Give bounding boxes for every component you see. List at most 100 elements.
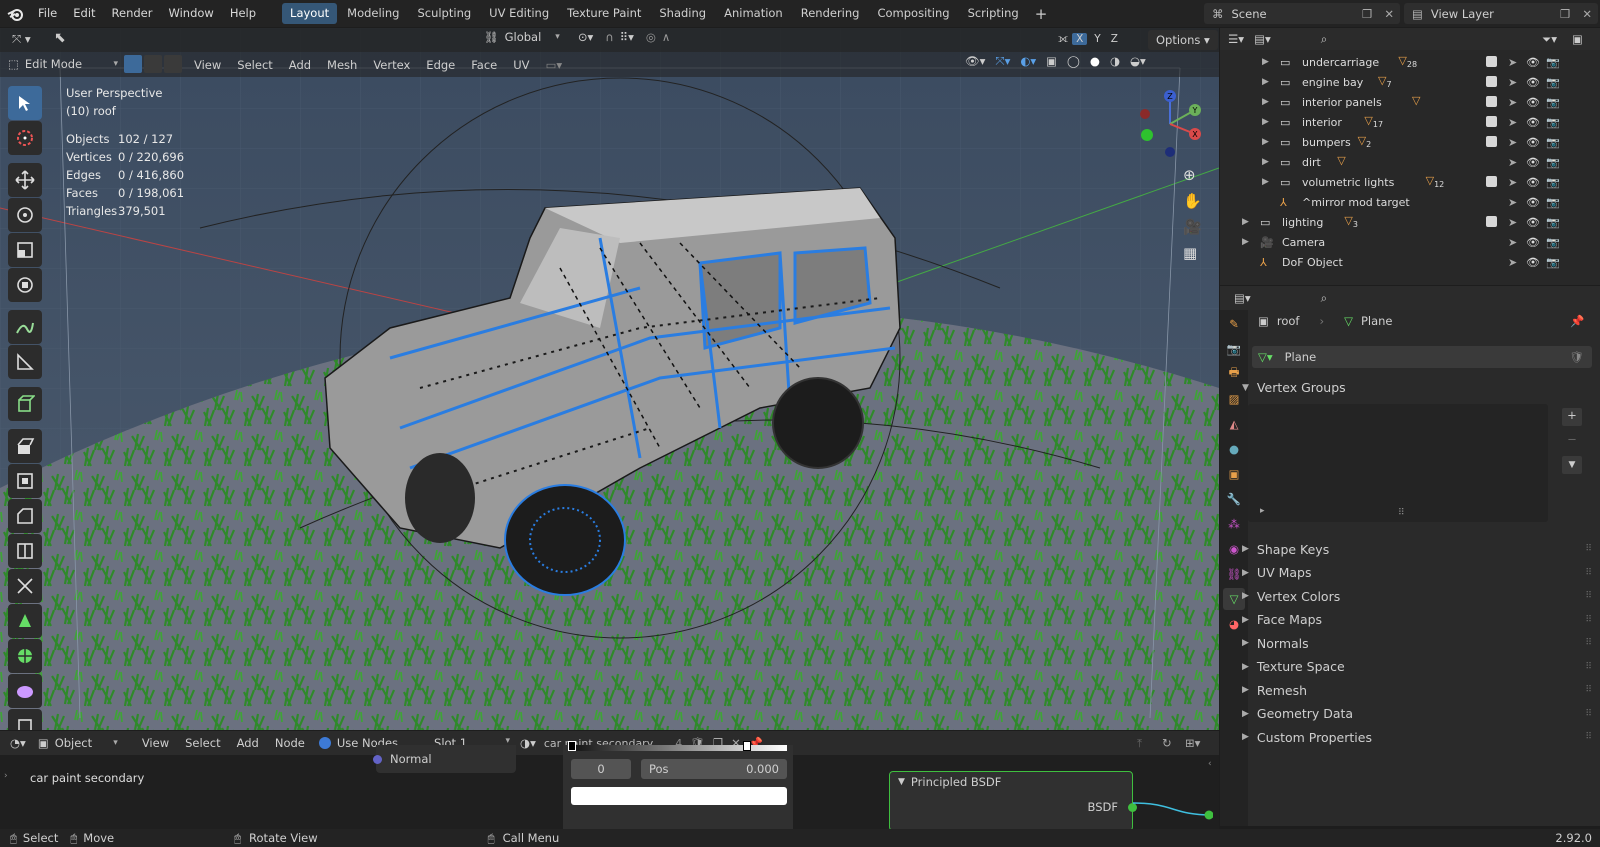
ramp-stop-black-icon[interactable] [568,741,576,751]
visibility-eye-icon[interactable]: 👁 [1526,76,1540,89]
render-camera-icon[interactable]: 📷 [1546,136,1560,149]
mirror-z-toggle[interactable]: Z [1108,33,1121,45]
visibility-eye-icon[interactable]: 👁 [1526,116,1540,129]
navigation-gizmo[interactable]: Z Y X [1135,88,1205,158]
drag-handle-icon[interactable]: ⠿ [1585,568,1592,578]
panel-normals[interactable]: ▶ Normals ⠿ [1242,632,1592,654]
expand-arrow-icon[interactable]: ▶ [1262,57,1269,67]
node-menu-add[interactable]: Add [237,736,259,750]
drag-handle-icon[interactable]: ⠿ [1585,544,1592,554]
viewport-menu-view[interactable]: View [194,58,221,72]
select-box-tool-icon[interactable] [8,86,42,120]
tab-shading[interactable]: Shading [651,3,714,24]
annotate-tool-icon[interactable] [8,310,42,344]
exclude-checkbox[interactable] [1486,76,1497,87]
copy-scene-icon[interactable]: ❐ [1356,7,1378,21]
principled-bsdf-node[interactable]: ▼ Principled BSDF BSDF [889,771,1137,829]
outliner-row[interactable]: ▶ ▭ interior ▽17 ➤ 👁 📷 [1220,112,1600,132]
node-snap-options-icon[interactable]: ⊞▾ [1185,736,1200,750]
remove-vertex-group-icon[interactable]: − [1562,432,1582,450]
ramp-stop-white-icon[interactable] [743,741,751,751]
menu-edit[interactable]: Edit [65,0,103,27]
panel-face-maps[interactable]: ▶ Face Maps ⠿ [1242,609,1592,631]
visibility-eye-icon[interactable]: 👁 [1526,196,1540,209]
outliner-row[interactable]: ⅄ DoF Object ➤ 👁 📷 [1220,252,1600,272]
pivot-point-icon[interactable]: ⊙▾ [578,30,593,44]
viewport-menu-vertex[interactable]: Vertex [373,58,410,72]
vertex-groups-panel-header[interactable]: ▼ Vertex Groups [1242,380,1592,395]
expand-arrow-icon[interactable]: ▶ [1242,217,1249,227]
render-camera-icon[interactable]: 📷 [1546,176,1560,189]
outliner-row[interactable]: ▶ ▭ volumetric lights ▽12 ➤ 👁 📷 [1220,172,1600,192]
expand-arrow-icon[interactable]: ▶ [1262,77,1269,87]
normal-socket-icon[interactable] [373,754,382,764]
new-collection-icon[interactable]: ▣ [1572,32,1583,46]
outliner-row[interactable]: ▶ ▭ engine bay ▽7 ➤ 👁 📷 [1220,72,1600,92]
spin-tool-icon[interactable] [8,639,42,673]
poly-build-tool-icon[interactable] [8,604,42,638]
drag-handle-icon[interactable]: ⠿ [1585,591,1592,601]
properties-editor-icon[interactable]: ▤▾ [1234,291,1251,305]
outliner-row[interactable]: ▶ ▭ lighting ▽3 ➤ 👁 📷 [1220,212,1600,232]
view-layer-selector[interactable]: ▤ View Layer ❐ ✕ [1404,3,1598,24]
scale-tool-icon[interactable] [8,233,42,267]
selectable-icon[interactable]: ➤ [1508,76,1517,89]
tab-uv-editing[interactable]: UV Editing [481,3,557,24]
outliner-row[interactable]: ▶ ▭ interior panels ▽ ➤ 👁 📷 [1220,92,1600,112]
viewport-menu-mesh[interactable]: Mesh [327,58,357,72]
outliner-row[interactable]: ▶ ▭ dirt ▽ ➤ 👁 📷 [1220,152,1600,172]
bsdf-node-header[interactable]: ▼ Principled BSDF [890,772,1132,792]
ramp-pos-field[interactable]: Pos 0.000 [641,759,787,779]
vertex-group-specials-icon[interactable]: ▼ [1562,456,1582,474]
snap-node-icon[interactable]: ↻ [1162,736,1172,750]
expand-arrow-icon[interactable]: ▶ [1262,157,1269,167]
expand-arrow-icon[interactable]: ▶ [1242,237,1249,247]
solid-shading-icon[interactable]: ● [1090,54,1100,69]
bsdf-collapse-icon[interactable]: ▼ [898,777,905,787]
selectable-icon[interactable]: ➤ [1508,176,1517,189]
material-shading-icon[interactable]: ◑ [1110,54,1120,69]
vertex-select-icon[interactable] [124,55,142,73]
expand-arrow-icon[interactable]: ▶ [1262,97,1269,107]
scene-tab-icon[interactable]: ◭ [1223,413,1245,435]
mirror-y-toggle[interactable]: Y [1091,33,1103,45]
falloff-icon[interactable]: ∧ [662,30,670,44]
drag-handle-icon[interactable]: ⠿ [1585,638,1592,648]
scene-selector[interactable]: ⌘ Scene ❐ ✕ [1204,3,1400,24]
exclude-checkbox[interactable] [1486,96,1497,107]
display-mode-icon[interactable]: ▤▾ [1254,32,1271,46]
vertex-groups-list[interactable]: ▸ ⠿ [1248,404,1548,522]
render-camera-icon[interactable]: 📷 [1546,116,1560,129]
snap-icon[interactable]: ∩ [605,30,613,44]
properties-search-icon[interactable]: ⌕ [1321,291,1327,306]
visibility-eye-icon[interactable]: 👁 [1526,256,1540,269]
tab-rendering[interactable]: Rendering [793,3,868,24]
extrude-tool-icon[interactable] [8,429,42,463]
object-tab-icon[interactable]: ▣ [1223,463,1245,485]
menu-render[interactable]: Render [104,0,161,27]
tab-compositing[interactable]: Compositing [869,3,957,24]
orientation-chevron-icon[interactable]: ▾ [555,32,560,42]
panel-geometry-data[interactable]: ▶ Geometry Data ⠿ [1242,703,1592,725]
gizmo-icon[interactable]: ⤧▾ [995,54,1010,69]
outliner-row[interactable]: ▶ 🎥 Camera ➤ 👁 📷 [1220,232,1600,252]
visibility-eye-icon[interactable]: 👁 [1526,56,1540,69]
viewport-menu-uv[interactable]: UV [513,58,529,72]
edge-slide-tool-icon[interactable] [8,709,42,730]
color-ramp-bar[interactable] [571,745,787,751]
snap-target-icon[interactable]: ⠿▾ [620,30,634,44]
overlays-icon[interactable]: ◐▾ [1020,54,1036,69]
smooth-tool-icon[interactable] [8,674,42,708]
drag-tool-icon[interactable]: ⬉ [54,30,66,46]
selectable-icon[interactable]: ➤ [1508,96,1517,109]
selectable-icon[interactable]: ➤ [1508,236,1517,249]
drag-handle-icon[interactable]: ⠿ [1585,662,1592,672]
ramp-color-swatch[interactable] [571,787,787,805]
mirror-icon[interactable]: ⟗ [1058,31,1068,46]
world-tab-icon[interactable]: ● [1223,438,1245,460]
render-camera-icon[interactable]: 📷 [1546,56,1560,69]
list-resize-handle-icon[interactable]: ⠿ [1398,508,1405,518]
render-camera-icon[interactable]: 📷 [1546,256,1560,269]
visibility-eye-icon[interactable]: 👁 [1526,236,1540,249]
outliner-row[interactable]: ▶ ▭ undercarriage ▽28 ➤ 👁 📷 [1220,52,1600,72]
